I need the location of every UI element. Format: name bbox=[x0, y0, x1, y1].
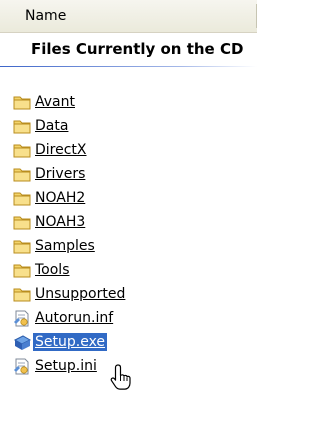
file-item-drivers[interactable]: Drivers bbox=[13, 163, 213, 185]
folder-icon bbox=[13, 96, 31, 109]
section-title: Files Currently on the CD bbox=[31, 40, 244, 58]
folder-icon bbox=[13, 192, 31, 205]
folder-icon bbox=[13, 144, 31, 157]
file-item-setup-exe[interactable]: Setup.exe bbox=[13, 331, 213, 353]
file-name: DirectX bbox=[35, 142, 87, 158]
file-name: Avant bbox=[35, 94, 75, 110]
file-name: Tools bbox=[35, 262, 70, 278]
folder-icon bbox=[13, 120, 31, 133]
file-item-autorun-inf[interactable]: Autorun.inf bbox=[13, 307, 213, 329]
file-item-directx[interactable]: DirectX bbox=[13, 139, 213, 161]
file-item-data[interactable]: Data bbox=[13, 115, 213, 137]
file-name: Setup.exe bbox=[33, 333, 108, 351]
file-item-noah2[interactable]: NOAH2 bbox=[13, 187, 213, 209]
folder-icon bbox=[13, 216, 31, 229]
file-item-unsupported[interactable]: Unsupported bbox=[13, 283, 213, 305]
file-name: Setup.ini bbox=[35, 358, 97, 374]
folder-icon bbox=[13, 240, 31, 253]
folder-icon bbox=[13, 168, 31, 181]
file-name: Drivers bbox=[35, 166, 86, 182]
file-item-noah3[interactable]: NOAH3 bbox=[13, 211, 213, 233]
setup-info-icon bbox=[14, 358, 29, 374]
file-name: Unsupported bbox=[35, 286, 126, 302]
folder-icon bbox=[13, 288, 31, 301]
setup-exe-icon bbox=[13, 334, 32, 350]
column-header: Name bbox=[0, 0, 257, 33]
file-item-samples[interactable]: Samples bbox=[13, 235, 213, 257]
file-name: NOAH2 bbox=[35, 190, 86, 206]
file-name: Data bbox=[35, 118, 69, 134]
file-name: Autorun.inf bbox=[35, 310, 114, 326]
hand-pointer-icon bbox=[110, 364, 131, 390]
setup-info-icon bbox=[14, 310, 29, 326]
column-divider[interactable] bbox=[256, 4, 257, 28]
file-item-avant[interactable]: Avant bbox=[13, 91, 213, 113]
file-name: Samples bbox=[35, 238, 95, 254]
section-divider bbox=[0, 66, 257, 67]
name-column-header[interactable]: Name bbox=[25, 8, 66, 24]
file-name: NOAH3 bbox=[35, 214, 86, 230]
file-item-tools[interactable]: Tools bbox=[13, 259, 213, 281]
folder-icon bbox=[13, 264, 31, 277]
